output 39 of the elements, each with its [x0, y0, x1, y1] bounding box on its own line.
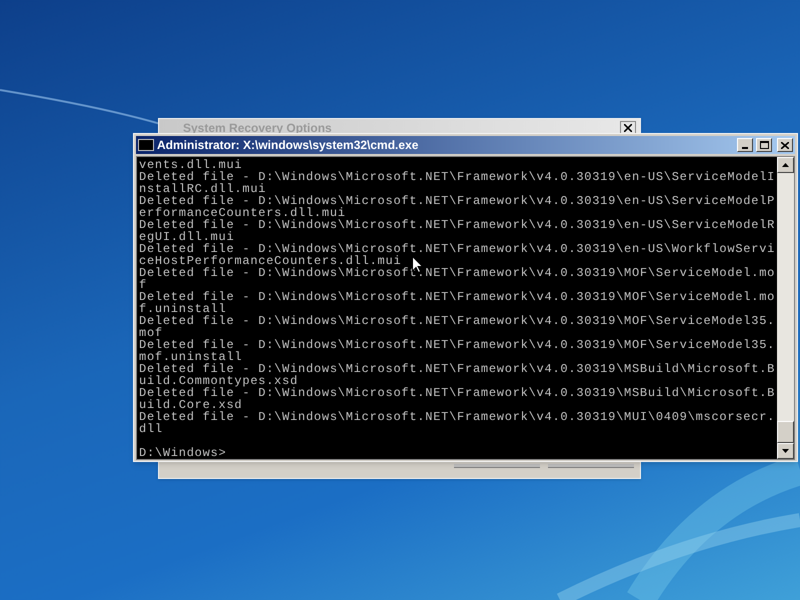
scroll-thumb[interactable] — [777, 421, 794, 443]
console-line: uild.Commontypes.xsd — [139, 375, 298, 387]
command-prompt[interactable]: D:\Windows> — [139, 447, 226, 459]
close-icon — [624, 124, 632, 132]
console-line: Deleted file - D:\Windows\Microsoft.NET\Framework\v4.0.30319\en-US\ServiceModelI — [139, 171, 776, 183]
console-line: Deleted file - D:\Windows\Microsoft.NET\Framework\v4.0.30319\MOF\ServiceModel.mo — [139, 291, 776, 303]
console-line: f.uninstall — [139, 303, 226, 315]
console-line: Deleted file - D:\Windows\Microsoft.NET\Framework\v4.0.30319\en-US\ServiceModelR — [139, 219, 776, 231]
console-line: Deleted file - D:\Windows\Microsoft.NET\Framework\v4.0.30319\MOF\ServiceModel35. — [139, 315, 776, 327]
console-line: Deleted file - D:\Windows\Microsoft.NET\Framework\v4.0.30319\MOF\ServiceModel35. — [139, 339, 776, 351]
console-line: Deleted file - D:\Windows\Microsoft.NET\Framework\v4.0.30319\MUI\0409\mscorsecr. — [139, 411, 776, 423]
minimize-icon — [742, 147, 748, 149]
maximize-button[interactable] — [756, 138, 772, 152]
console-icon — [138, 139, 154, 151]
maximize-icon — [760, 141, 768, 149]
console-line: Deleted file - D:\Windows\Microsoft.NET\Framework\v4.0.30319\MSBuild\Microsoft.B — [139, 363, 776, 375]
console-line: erformanceCounters.dll.mui — [139, 207, 346, 219]
close-icon — [781, 142, 789, 148]
console-line: mof.uninstall — [139, 351, 242, 363]
console-line: vents.dll.mui — [139, 159, 242, 171]
console-line: Deleted file - D:\Windows\Microsoft.NET\Framework\v4.0.30319\en-US\WorkflowServi — [139, 243, 776, 255]
console-line: egUI.dll.mui — [139, 231, 234, 243]
console-line: uild.Core.xsd — [139, 399, 242, 411]
console-line: Deleted file - D:\Windows\Microsoft.NET\Framework\v4.0.30319\MOF\ServiceModel.mo — [139, 267, 776, 279]
down-arrow-icon — [782, 449, 789, 453]
console-line: f — [139, 279, 147, 291]
console-line: nstallRC.dll.mui — [139, 183, 266, 195]
scrollbar[interactable] — [777, 157, 794, 459]
console-line: ceHostPerformanceCounters.dll.mui — [139, 255, 402, 267]
console-line: mof — [139, 327, 163, 339]
console-line: dll — [139, 423, 163, 435]
up-arrow-icon — [782, 163, 789, 167]
close-button[interactable] — [620, 120, 636, 134]
console-line: Deleted file - D:\Windows\Microsoft.NET\Framework\v4.0.30319\MSBuild\Microsoft.B — [139, 387, 776, 399]
window-title: Administrator: X:\windows\system32\cmd.exe — [157, 137, 418, 154]
scroll-up-button[interactable] — [777, 157, 794, 173]
minimize-button[interactable] — [737, 138, 753, 152]
scroll-down-button[interactable] — [777, 443, 794, 459]
console-line: Deleted file - D:\Windows\Microsoft.NET\Framework\v4.0.30319\en-US\ServiceModelP — [139, 195, 776, 207]
